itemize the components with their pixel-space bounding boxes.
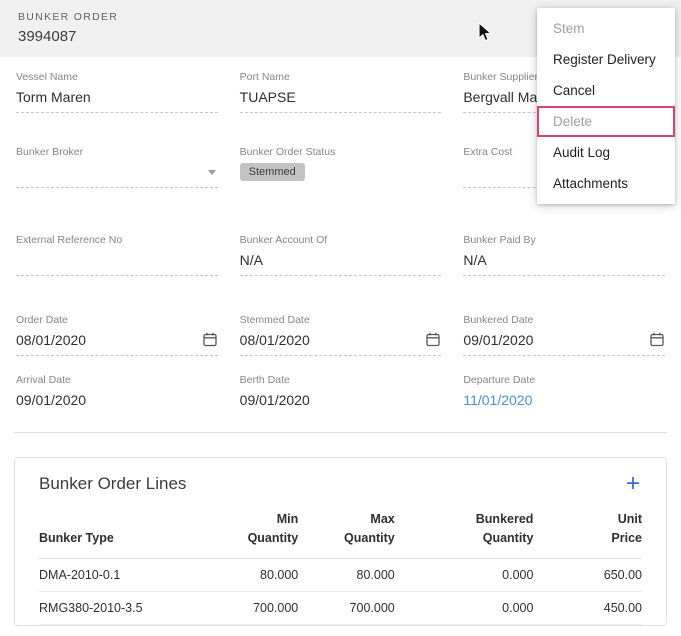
order-date-value[interactable]: 08/01/2020 xyxy=(16,332,86,348)
bunker-account-of-value[interactable]: N/A xyxy=(240,252,263,268)
table-row[interactable]: RMG380-2010-3.5 700.000 700.000 0.000 45… xyxy=(39,591,642,624)
port-name-field[interactable]: Port Name TUAPSE xyxy=(240,71,442,113)
order-lines-title: Bunker Order Lines xyxy=(39,474,186,494)
bunker-order-status-field: Bunker Order Status Stemmed xyxy=(240,146,442,188)
bunker-broker-field[interactable]: Bunker Broker xyxy=(16,146,218,188)
arrival-date-value: 09/01/2020 xyxy=(16,392,86,408)
menu-item-cancel[interactable]: Cancel xyxy=(537,75,675,106)
order-date-label: Order Date xyxy=(16,314,218,326)
form-row-4: Order Date 08/01/2020 Stemmed Date 08/01… xyxy=(16,314,665,356)
stemmed-date-label: Stemmed Date xyxy=(240,314,442,326)
stemmed-date-field[interactable]: Stemmed Date 08/01/2020 xyxy=(240,314,442,356)
bunker-supplier-value[interactable]: Bergvall Ma xyxy=(463,89,537,105)
port-name-label: Port Name xyxy=(240,71,442,83)
calendar-icon[interactable] xyxy=(425,331,441,350)
bunker-paid-by-field[interactable]: Bunker Paid By N/A xyxy=(463,234,665,276)
port-name-value[interactable]: TUAPSE xyxy=(240,89,296,105)
status-badge: Stemmed xyxy=(240,163,305,181)
cell-unit-price[interactable]: 450.00 xyxy=(533,591,642,624)
add-line-button[interactable]: + xyxy=(624,474,642,494)
vessel-name-field[interactable]: Vessel Name Torm Maren xyxy=(16,71,218,113)
column-header-bunkered-quantity: Bunkered Quantity xyxy=(395,504,534,558)
arrival-date-label: Arrival Date xyxy=(16,374,218,386)
bunker-account-of-label: Bunker Account Of xyxy=(240,234,442,246)
berth-date-field: Berth Date 09/01/2020 xyxy=(240,374,442,410)
column-header-max-quantity: Max Quantity xyxy=(298,504,394,558)
departure-date-field: Departure Date 11/01/2020 xyxy=(463,374,665,410)
order-lines-table: Bunker Type Min Quantity Max Quantity Bu… xyxy=(39,504,642,625)
cell-bunker-type[interactable]: DMA-2010-0.1 xyxy=(39,558,202,591)
menu-item-attachments[interactable]: Attachments xyxy=(537,168,675,199)
menu-item-register-delivery[interactable]: Register Delivery xyxy=(537,44,675,75)
cell-max-quantity[interactable]: 700.000 xyxy=(298,591,394,624)
arrival-date-field: Arrival Date 09/01/2020 xyxy=(16,374,218,410)
order-date-field[interactable]: Order Date 08/01/2020 xyxy=(16,314,218,356)
cell-bunker-type[interactable]: RMG380-2010-3.5 xyxy=(39,591,202,624)
calendar-icon[interactable] xyxy=(649,331,665,350)
calendar-icon[interactable] xyxy=(202,331,218,350)
bunker-order-status-label: Bunker Order Status xyxy=(240,146,442,158)
vessel-name-value[interactable]: Torm Maren xyxy=(16,89,91,105)
column-header-min-quantity: Min Quantity xyxy=(202,504,298,558)
table-row[interactable]: DMA-2010-0.1 80.000 80.000 0.000 650.00 xyxy=(39,558,642,591)
berth-date-value: 09/01/2020 xyxy=(240,392,310,408)
bunker-account-of-field[interactable]: Bunker Account Of N/A xyxy=(240,234,442,276)
menu-item-delete[interactable]: Delete xyxy=(537,106,675,137)
cell-bunkered-quantity[interactable]: 0.000 xyxy=(395,558,534,591)
departure-date-label: Departure Date xyxy=(463,374,665,386)
section-divider xyxy=(14,432,667,433)
cell-unit-price[interactable]: 650.00 xyxy=(533,558,642,591)
table-header-row: Bunker Type Min Quantity Max Quantity Bu… xyxy=(39,504,642,558)
form-row-5: Arrival Date 09/01/2020 Berth Date 09/01… xyxy=(16,374,665,410)
order-context-menu: Stem Register Delivery Cancel Delete Aud… xyxy=(537,8,675,204)
bunkered-date-field[interactable]: Bunkered Date 09/01/2020 xyxy=(463,314,665,356)
column-header-unit-price: Unit Price xyxy=(533,504,642,558)
external-reference-field[interactable]: External Reference No xyxy=(16,234,218,276)
external-reference-label: External Reference No xyxy=(16,234,218,246)
form-row-3: External Reference No Bunker Account Of … xyxy=(16,234,665,276)
cell-min-quantity[interactable]: 700.000 xyxy=(202,591,298,624)
menu-item-stem: Stem xyxy=(537,13,675,44)
cell-max-quantity[interactable]: 80.000 xyxy=(298,558,394,591)
menu-item-audit-log[interactable]: Audit Log xyxy=(537,137,675,168)
vessel-name-label: Vessel Name xyxy=(16,71,218,83)
bunkered-date-value[interactable]: 09/01/2020 xyxy=(463,332,533,348)
cell-min-quantity[interactable]: 80.000 xyxy=(202,558,298,591)
bunker-paid-by-value[interactable]: N/A xyxy=(463,252,486,268)
chevron-down-icon[interactable] xyxy=(208,170,216,175)
stemmed-date-value[interactable]: 08/01/2020 xyxy=(240,332,310,348)
bunker-broker-label: Bunker Broker xyxy=(16,146,218,158)
bunker-paid-by-label: Bunker Paid By xyxy=(463,234,665,246)
berth-date-label: Berth Date xyxy=(240,374,442,386)
bunker-order-lines-card: Bunker Order Lines + Bunker Type Min Qua… xyxy=(14,457,667,626)
cell-bunkered-quantity[interactable]: 0.000 xyxy=(395,591,534,624)
bunkered-date-label: Bunkered Date xyxy=(463,314,665,326)
departure-date-link[interactable]: 11/01/2020 xyxy=(463,392,532,408)
column-header-bunker-type: Bunker Type xyxy=(39,504,202,558)
